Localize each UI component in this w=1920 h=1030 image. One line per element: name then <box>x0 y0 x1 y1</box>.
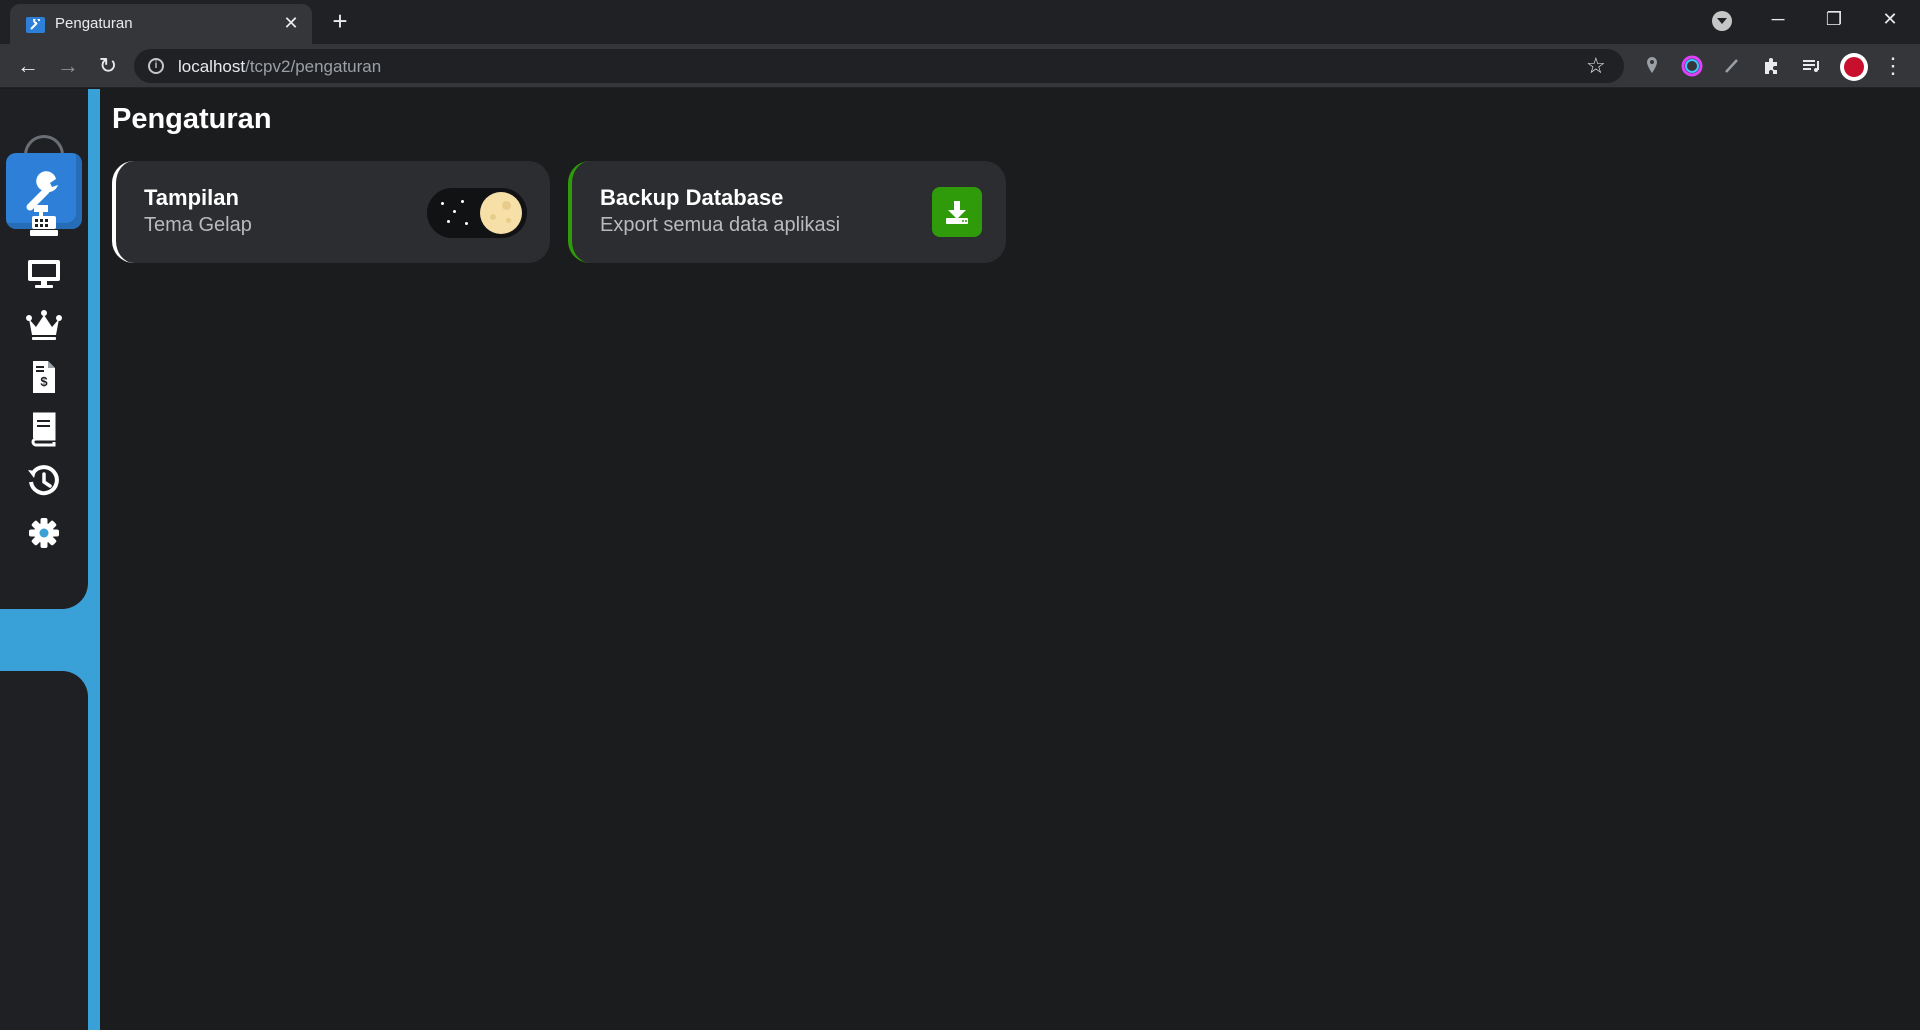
extensions-puzzle-icon[interactable] <box>1760 54 1784 78</box>
backup-card-title: Backup Database <box>600 185 784 210</box>
browser-toolbar: ← → ↻ i localhost/tcpv2/pengaturan ☆ ⋮ <box>0 44 1920 88</box>
star-icon <box>465 222 468 225</box>
pen-extension-icon[interactable] <box>1720 54 1744 78</box>
site-info-icon[interactable]: i <box>148 58 164 74</box>
minimize-button[interactable]: ─ <box>1750 0 1806 40</box>
browser-tabbar: Pengaturan ✕ + ─ ❐ ✕ <box>0 0 1920 44</box>
history-icon <box>28 465 59 496</box>
url-text: localhost/tcpv2/pengaturan <box>178 57 382 76</box>
sidebar: $ <box>0 89 100 1030</box>
sidebar-item-invoice[interactable]: $ <box>24 357 64 397</box>
sidebar-active-indicator <box>6 609 100 671</box>
theme-card: Tampilan Tema Gelap <box>112 161 550 263</box>
color-picker-extension-icon[interactable] <box>1680 54 1704 78</box>
book-icon <box>31 412 56 447</box>
maps-extension-icon[interactable] <box>1640 54 1664 78</box>
theme-card-subtitle: Tema Gelap <box>144 214 252 236</box>
media-control-icon[interactable] <box>1800 54 1824 78</box>
star-icon <box>441 202 444 205</box>
backup-card: Backup Database Export semua data aplika… <box>568 161 1006 263</box>
new-tab-button[interactable]: + <box>326 8 354 36</box>
tab-close-icon[interactable]: ✕ <box>280 12 302 34</box>
sidebar-item-history[interactable] <box>24 461 64 501</box>
browser-tab[interactable]: Pengaturan ✕ <box>10 4 312 44</box>
backup-download-button[interactable] <box>932 187 982 237</box>
star-icon <box>461 200 464 203</box>
main-content: Pengaturan Tampilan Tema Gelap Backup Da… <box>100 89 1920 1030</box>
page-title: Pengaturan <box>112 103 272 135</box>
theme-card-title: Tampilan <box>144 185 239 210</box>
forward-button[interactable]: → <box>52 50 84 82</box>
backup-card-subtitle: Export semua data aplikasi <box>600 214 841 236</box>
tab-title: Pengaturan <box>55 15 133 32</box>
monitor-icon <box>28 260 60 288</box>
address-bar[interactable]: i localhost/tcpv2/pengaturan ☆ <box>134 49 1624 83</box>
invoice-icon: $ <box>33 361 55 393</box>
star-icon <box>453 210 456 213</box>
browser-menu-icon[interactable]: ⋮ <box>1882 50 1904 82</box>
dark-mode-toggle[interactable] <box>427 188 527 238</box>
sidebar-item-member[interactable] <box>24 305 64 345</box>
moon-icon <box>480 192 522 234</box>
app-favicon-icon <box>26 17 45 33</box>
crown-icon <box>26 310 62 340</box>
sidebar-item-cashier[interactable] <box>24 201 64 241</box>
download-icon <box>946 201 968 224</box>
back-button[interactable]: ← <box>12 50 44 82</box>
svg-text:$: $ <box>40 374 48 389</box>
reload-button[interactable]: ↻ <box>92 50 124 82</box>
bookmark-star-icon[interactable]: ☆ <box>1586 53 1606 79</box>
gear-icon <box>29 518 59 548</box>
close-window-button[interactable]: ✕ <box>1862 0 1918 40</box>
cash-register-icon <box>30 205 58 236</box>
restore-button[interactable]: ❐ <box>1806 0 1862 40</box>
sidebar-item-monitor[interactable] <box>24 253 64 293</box>
tab-search-icon[interactable] <box>1712 11 1732 31</box>
sidebar-item-report[interactable] <box>24 409 64 449</box>
profile-avatar[interactable] <box>1840 53 1868 81</box>
sidebar-item-settings[interactable] <box>24 513 64 553</box>
star-icon <box>447 220 450 223</box>
